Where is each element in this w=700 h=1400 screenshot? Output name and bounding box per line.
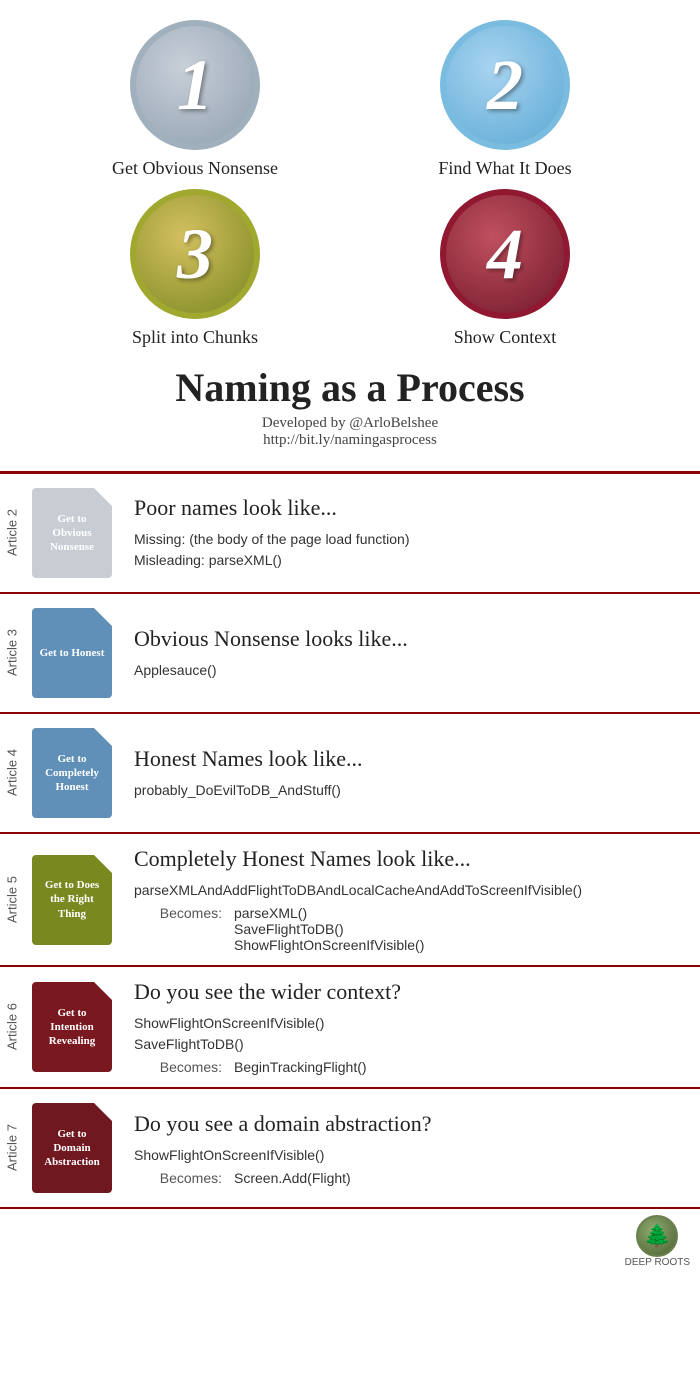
step-4: 4 Show Context — [360, 189, 650, 348]
title-block: Naming as a Process Developed by @ArloBe… — [20, 364, 680, 449]
tree-icon: 🌲 — [644, 1223, 671, 1249]
article-body-line-1-0: Applesauce() — [134, 660, 686, 681]
doc-icon-text-3: Get to Does the Right Thing — [32, 874, 112, 925]
article-content-3: Completely Honest Names look like... pars… — [120, 834, 700, 965]
step-3-label: Split into Chunks — [132, 327, 258, 348]
articles-section: Article 2Get to Obvious NonsensePoor nam… — [0, 471, 700, 1209]
becomes-value-3-0: parseXML() — [234, 905, 424, 921]
becomes-label-5: Becomes: — [134, 1170, 234, 1186]
article-icon-col-0: Get to Obvious Nonsense — [24, 474, 120, 592]
becomes-values-3: parseXML()SaveFlightToDB()ShowFlightOnSc… — [234, 905, 424, 953]
becomes-value-4-0: BeginTrackingFlight() — [234, 1059, 367, 1075]
article-icon-col-3: Get to Does the Right Thing — [24, 834, 120, 965]
article-heading-4: Do you see the wider context? — [134, 979, 686, 1005]
doc-icon-2: Get to Completely Honest — [32, 728, 112, 818]
doc-icon-5: Get to Domain Abstraction — [32, 1103, 112, 1193]
deep-roots-logo: 🌲 DEEP ROOTS — [625, 1215, 690, 1268]
becomes-value-3-2: ShowFlightOnScreenIfVisible() — [234, 937, 424, 953]
article-body-line-4-0: ShowFlightOnScreenIfVisible() — [134, 1013, 686, 1034]
article-icon-col-1: Get to Honest — [24, 594, 120, 712]
article-body-line-2-0: probably_DoEvilToDB_AndStuff() — [134, 780, 686, 801]
step-3-number: 3 — [177, 213, 213, 296]
step-1-circle: 1 — [130, 20, 260, 150]
article-label-4: Article 6 — [0, 967, 24, 1087]
article-row-5: Article 7Get to Domain AbstractionDo you… — [0, 1089, 700, 1209]
article-label-2: Article 4 — [0, 714, 24, 832]
steps-grid: 1 Get Obvious Nonsense 2 Find What It Do… — [50, 20, 650, 348]
article-body-line-5-0: ShowFlightOnScreenIfVisible() — [134, 1145, 686, 1166]
doc-icon-3: Get to Does the Right Thing — [32, 855, 112, 945]
article-body-line-3-0: parseXMLAndAddFlightToDBAndLocalCacheAnd… — [134, 880, 686, 901]
deep-roots-area: 🌲 DEEP ROOTS — [0, 1209, 700, 1274]
becomes-row-4: Becomes:BeginTrackingFlight() — [134, 1059, 686, 1075]
deep-roots-label: DEEP ROOTS — [625, 1257, 690, 1268]
doc-icon-text-0: Get to Obvious Nonsense — [32, 508, 112, 559]
becomes-label-4: Becomes: — [134, 1059, 234, 1075]
doc-icon-text-2: Get to Completely Honest — [32, 748, 112, 799]
article-body-line-0-0: Missing: (the body of the page load func… — [134, 529, 686, 550]
article-icon-col-2: Get to Completely Honest — [24, 714, 120, 832]
becomes-values-4: BeginTrackingFlight() — [234, 1059, 367, 1075]
article-row-0: Article 2Get to Obvious NonsensePoor nam… — [0, 474, 700, 594]
step-2-label: Find What It Does — [438, 158, 571, 179]
doc-icon-0: Get to Obvious Nonsense — [32, 488, 112, 578]
article-heading-2: Honest Names look like... — [134, 746, 686, 772]
article-body-line-0-1: Misleading: parseXML() — [134, 550, 686, 571]
article-label-1: Article 3 — [0, 594, 24, 712]
step-3-circle: 3 — [130, 189, 260, 319]
article-content-4: Do you see the wider context? ShowFlightO… — [120, 967, 700, 1087]
subtitle-author: Developed by @ArloBelshee — [20, 415, 680, 432]
doc-icon-text-1: Get to Honest — [34, 642, 111, 664]
article-row-2: Article 4Get to Completely HonestHonest … — [0, 714, 700, 834]
step-4-label: Show Context — [454, 327, 557, 348]
step-2: 2 Find What It Does — [360, 20, 650, 179]
becomes-row-5: Becomes:Screen.Add(Flight) — [134, 1170, 686, 1186]
article-content-2: Honest Names look like... probably_DoEvil… — [120, 714, 700, 832]
step-1: 1 Get Obvious Nonsense — [50, 20, 340, 179]
top-section: 1 Get Obvious Nonsense 2 Find What It Do… — [0, 0, 700, 459]
article-body-line-4-1: SaveFlightToDB() — [134, 1034, 686, 1055]
doc-icon-1: Get to Honest — [32, 608, 112, 698]
step-4-circle: 4 — [440, 189, 570, 319]
article-heading-3: Completely Honest Names look like... — [134, 846, 686, 872]
article-label-3: Article 5 — [0, 834, 24, 965]
article-row-3: Article 5Get to Does the Right ThingComp… — [0, 834, 700, 967]
main-title: Naming as a Process — [20, 364, 680, 411]
article-icon-col-5: Get to Domain Abstraction — [24, 1089, 120, 1207]
article-label-0: Article 2 — [0, 474, 24, 592]
becomes-value-3-1: SaveFlightToDB() — [234, 921, 424, 937]
becomes-row-3: Becomes:parseXML()SaveFlightToDB()ShowFl… — [134, 905, 686, 953]
becomes-value-5-0: Screen.Add(Flight) — [234, 1170, 351, 1186]
step-3: 3 Split into Chunks — [50, 189, 340, 348]
step-1-label: Get Obvious Nonsense — [112, 158, 278, 179]
logo-circle: 🌲 — [636, 1215, 678, 1257]
step-2-circle: 2 — [440, 20, 570, 150]
doc-icon-text-4: Get to Intention Revealing — [32, 1002, 112, 1053]
article-heading-0: Poor names look like... — [134, 495, 686, 521]
step-4-number: 4 — [487, 213, 523, 296]
doc-icon-4: Get to Intention Revealing — [32, 982, 112, 1072]
becomes-values-5: Screen.Add(Flight) — [234, 1170, 351, 1186]
article-heading-5: Do you see a domain abstraction? — [134, 1111, 686, 1137]
step-1-number: 1 — [177, 44, 213, 127]
becomes-label-3: Becomes: — [134, 905, 234, 921]
article-row-1: Article 3 Get to Honest Obvious Nonsense l… — [0, 594, 700, 714]
article-content-0: Poor names look like... Missing: (the bod… — [120, 474, 700, 592]
article-label-5: Article 7 — [0, 1089, 24, 1207]
article-content-5: Do you see a domain abstraction? ShowFlig… — [120, 1089, 700, 1207]
doc-icon-text-5: Get to Domain Abstraction — [32, 1123, 112, 1174]
article-row-4: Article 6Get to Intention RevealingDo yo… — [0, 967, 700, 1089]
article-icon-col-4: Get to Intention Revealing — [24, 967, 120, 1087]
step-2-number: 2 — [487, 44, 523, 127]
article-heading-1: Obvious Nonsense looks like... — [134, 626, 686, 652]
subtitle-url: http://bit.ly/namingasprocess — [20, 432, 680, 449]
article-content-1: Obvious Nonsense looks like... Applesauce… — [120, 594, 700, 712]
